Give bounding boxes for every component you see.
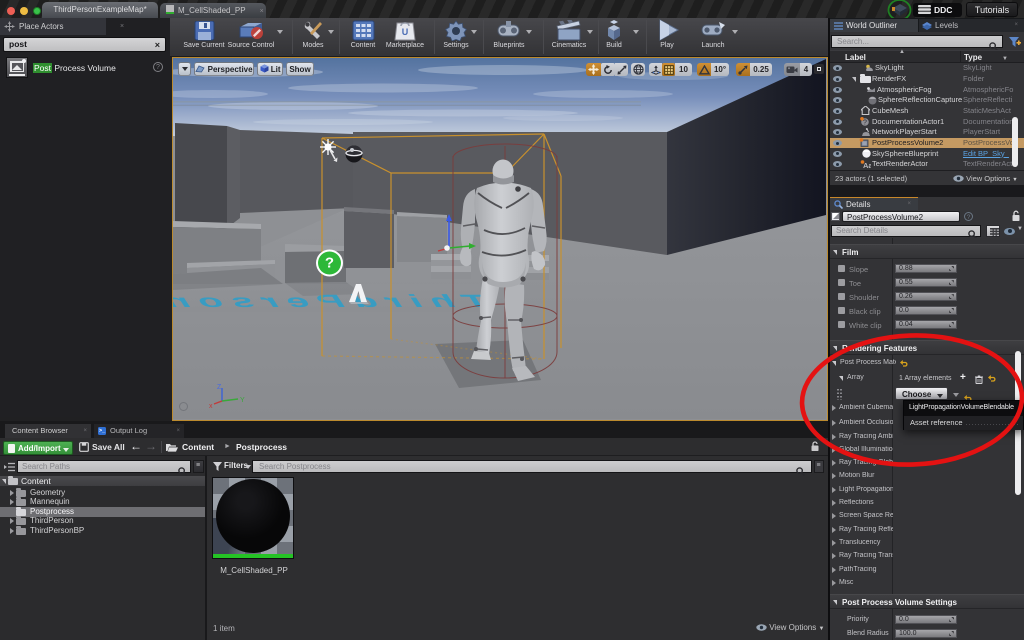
svg-text:Aa: Aa (863, 161, 871, 169)
svg-text:x: x (209, 403, 213, 409)
svg-text:Y: Y (240, 397, 245, 404)
svg-text:U: U (402, 27, 409, 37)
svg-text:?: ? (863, 120, 867, 126)
svg-text:?: ? (325, 255, 334, 272)
svg-text:Z: Z (217, 384, 222, 391)
